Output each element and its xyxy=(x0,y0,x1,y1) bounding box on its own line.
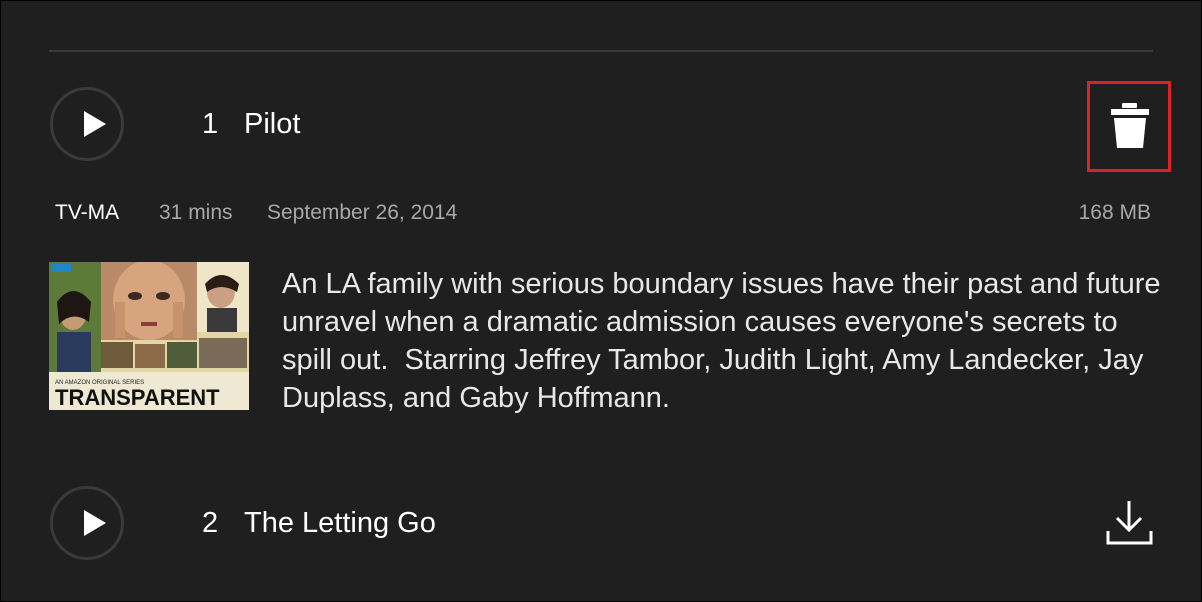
episode-title[interactable]: The Letting Go xyxy=(244,507,436,540)
play-icon xyxy=(84,111,106,137)
episode-description: An LA family with serious boundary issue… xyxy=(282,268,1169,414)
delete-download-button[interactable] xyxy=(1087,81,1171,172)
episode-list: 1 Pilot TV-MA 31 mins September 26, 2014… xyxy=(0,0,1202,602)
file-size-label: 168 MB xyxy=(1078,201,1151,224)
release-date-label: September 26, 2014 xyxy=(267,201,458,224)
episode-thumbnail[interactable]: AN AMAZON ORIGINAL SERIES TRANSPARENT xyxy=(49,262,249,410)
play-episode-2-button[interactable] xyxy=(50,486,124,560)
play-icon xyxy=(84,510,106,536)
episode-number: 2 xyxy=(202,507,219,539)
download-episode-button[interactable] xyxy=(1101,493,1159,551)
rating-label: TV-MA xyxy=(55,201,120,224)
play-episode-1-button[interactable] xyxy=(50,87,124,161)
trash-icon xyxy=(1111,103,1149,148)
divider xyxy=(49,50,1153,52)
thumbnail-artwork: AN AMAZON ORIGINAL SERIES TRANSPARENT xyxy=(49,262,249,410)
thumbnail-title: TRANSPARENT xyxy=(55,385,220,410)
download-icon xyxy=(1106,501,1153,545)
episode-title[interactable]: Pilot xyxy=(244,108,300,141)
duration-label: 31 mins xyxy=(159,201,233,224)
episode-number: 1 xyxy=(202,108,219,140)
